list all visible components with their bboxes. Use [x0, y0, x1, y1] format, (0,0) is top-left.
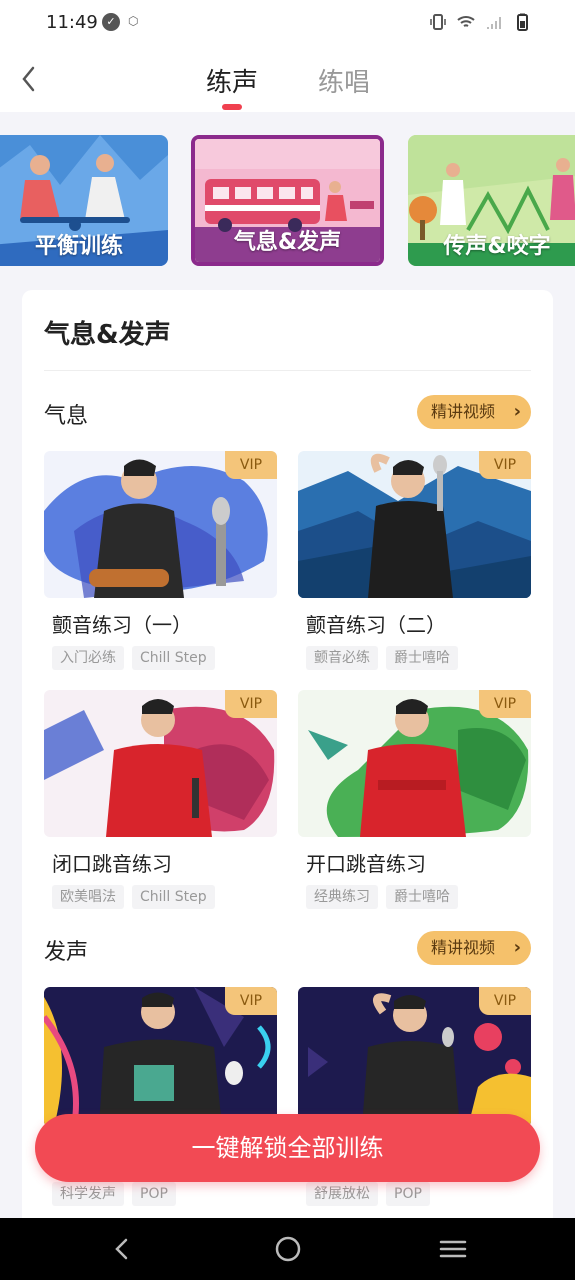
category-card-balance[interactable]: 平衡训练 [0, 135, 168, 266]
section-title-vocalization: 发声 [44, 940, 89, 965]
course-card[interactable]: VIP [44, 987, 277, 1127]
nav-home-icon[interactable] [273, 1234, 303, 1264]
section-title-breath: 气息 [44, 404, 89, 429]
vip-badge: VIP [479, 451, 531, 479]
nav-recents-icon[interactable] [438, 1234, 468, 1264]
vip-badge: VIP [225, 690, 277, 718]
vip-badge: VIP [225, 987, 277, 1015]
category-label: 气息&发声 [233, 230, 342, 255]
vip-badge: VIP [479, 690, 531, 718]
course-card[interactable]: VIP 开口跳音练习 经典练习 爵士嘻哈 [298, 690, 531, 909]
tag: 入门必练 [52, 646, 124, 670]
category-label: 传声&咬字 [443, 234, 551, 259]
course-title: 开口跳音练习 [306, 852, 426, 876]
tab-voice-practice[interactable]: 练声 [206, 62, 258, 99]
status-bar: 11:49 ✓ ⬡ [0, 0, 575, 48]
unlock-all-button[interactable]: 一键解锁全部训练 [35, 1114, 540, 1182]
chevron-right-icon: › [513, 937, 521, 958]
course-thumbnail: VIP [298, 451, 531, 598]
video-lecture-button[interactable]: 精讲视频 › [417, 395, 531, 429]
vibrate-icon [430, 14, 446, 30]
vip-badge: VIP [479, 987, 531, 1015]
category-card-breath[interactable]: 气息&发声 [191, 135, 384, 266]
tag: 欧美唱法 [52, 885, 124, 909]
course-card[interactable]: VIP [298, 987, 531, 1127]
tab-singing-practice[interactable]: 练唱 [318, 62, 370, 99]
tag: 爵士嘻哈 [386, 885, 458, 909]
header: 练声 练唱 [0, 48, 575, 112]
check-icon: ✓ [102, 13, 120, 31]
tab-indicator [222, 104, 242, 110]
nav-back-icon[interactable] [107, 1234, 137, 1264]
back-arrow-icon[interactable] [14, 62, 44, 96]
course-title: 颤音练习（二） [306, 613, 446, 637]
course-thumbnail: VIP [44, 451, 277, 598]
course-title: 颤音练习（一） [52, 613, 192, 637]
video-lecture-button[interactable]: 精讲视频 › [417, 931, 531, 965]
course-thumbnail: VIP [44, 690, 277, 837]
course-tags: 科学发声 POP [52, 1182, 176, 1206]
course-tags: 颤音必练 爵士嘻哈 [306, 646, 458, 670]
course-card[interactable]: VIP 颤音练习（一） 入门必练 Chill Step [44, 451, 277, 670]
panel-title: 气息&发声 [44, 320, 171, 350]
category-card-articulation[interactable]: 传声&咬字 [408, 135, 575, 266]
tag: 舒展放松 [306, 1182, 378, 1206]
wifi-icon [457, 16, 475, 27]
vip-badge: VIP [225, 451, 277, 479]
tag: 爵士嘻哈 [386, 646, 458, 670]
chevron-right-icon: › [513, 401, 521, 422]
course-thumbnail: VIP [298, 987, 531, 1127]
signal-icon [487, 17, 501, 29]
course-thumbnail: VIP [298, 690, 531, 837]
course-tags: 欧美唱法 Chill Step [52, 885, 215, 909]
course-panel: 气息&发声 气息 精讲视频 › VIP 颤音练习（一） 入门必练 Chill S… [22, 290, 553, 1230]
category-label: 平衡训练 [34, 234, 123, 259]
status-time: 11:49 [46, 12, 98, 33]
battery-icon [517, 13, 528, 31]
tag: Chill Step [132, 646, 215, 670]
course-tags: 舒展放松 POP [306, 1182, 430, 1206]
tag: 颤音必练 [306, 646, 378, 670]
course-tags: 入门必练 Chill Step [52, 646, 215, 670]
course-card[interactable]: VIP 颤音练习（二） 颤音必练 爵士嘻哈 [298, 451, 531, 670]
tag: POP [132, 1182, 176, 1206]
notification-icon: ⬡ [128, 14, 139, 28]
tag: 经典练习 [306, 885, 378, 909]
category-carousel[interactable]: 平衡训练 气息&发声 传声&咬字 [0, 112, 575, 282]
tag: Chill Step [132, 885, 215, 909]
divider [44, 370, 531, 371]
system-nav-bar [0, 1218, 575, 1280]
tag: 科学发声 [52, 1182, 124, 1206]
course-tags: 经典练习 爵士嘻哈 [306, 885, 458, 909]
course-title: 闭口跳音练习 [52, 852, 172, 876]
course-thumbnail: VIP [44, 987, 277, 1127]
course-card[interactable]: VIP 闭口跳音练习 欧美唱法 Chill Step [44, 690, 277, 909]
tag: POP [386, 1182, 430, 1206]
